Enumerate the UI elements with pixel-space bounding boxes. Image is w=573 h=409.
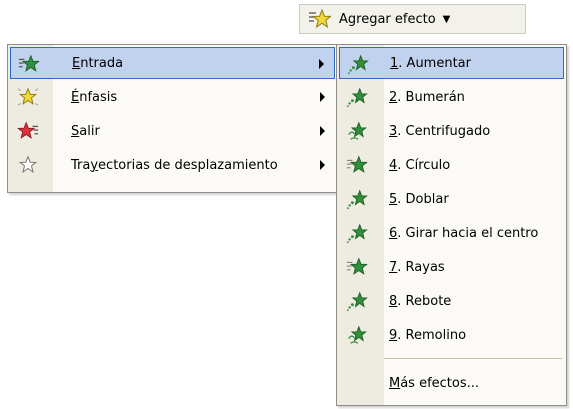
menu-item-girar-hacia-el-centro[interactable]: 6. Girar hacia el centro <box>339 217 564 249</box>
add-effect-label: Agregar efecto <box>339 11 436 27</box>
effect-icon <box>347 54 369 75</box>
menu-item-aumentar-label: . Aumentar <box>398 55 471 71</box>
menu-item-remolino-label: . Remolino <box>397 327 467 343</box>
add-effect-button[interactable]: Agregar efecto ▼ <box>299 4 526 34</box>
menu-item-entrada-hotkey: E <box>72 55 81 71</box>
menu-item-bumeran-label: . Bumerán <box>397 89 465 105</box>
menu-item-circulo-label: . Círculo <box>397 157 451 173</box>
menu-item-mas-efectos-hotkey: M <box>389 375 401 391</box>
submenu-arrow-icon <box>320 92 325 102</box>
effect-icon <box>346 189 368 210</box>
exit-star-icon <box>17 121 39 139</box>
menu-item-rebote-label: . Rebote <box>397 293 452 309</box>
menu-item-remolino[interactable]: 9. Remolino <box>339 319 564 351</box>
menu-item-trayectorias-label-pre: Tra <box>71 157 91 173</box>
menu-item-mas-efectos-label: ás efectos... <box>400 375 480 391</box>
menu-item-salir[interactable]: Salir <box>10 115 335 147</box>
menu-item-doblar-label: . Doblar <box>397 191 449 207</box>
effect-icon <box>346 87 368 108</box>
menu-separator <box>384 358 562 359</box>
menu-item-aumentar[interactable]: 1. Aumentar <box>339 47 564 79</box>
motion-path-star-icon <box>18 155 38 174</box>
effect-icon <box>346 223 368 244</box>
menu-item-enfasis[interactable]: Énfasis <box>10 81 335 113</box>
submenu-arrow-icon <box>320 126 325 136</box>
menu-item-trayectorias[interactable]: Trayectorias de desplazamiento <box>10 149 335 181</box>
menu-item-doblar[interactable]: 5. Doblar <box>339 183 564 215</box>
menu-item-trayectorias-label: ectorias de desplazamiento <box>98 157 278 173</box>
entrance-star-icon <box>18 54 40 72</box>
menu-item-rebote[interactable]: 8. Rebote <box>339 285 564 317</box>
menu-item-entrada-label: ntrada <box>80 55 124 71</box>
menu-item-centrifugado[interactable]: 3. Centrifugado <box>339 115 564 147</box>
effect-category-menu: Entrada Énfasis Salir Trayectorias de de… <box>7 44 338 193</box>
effect-icon <box>348 325 367 344</box>
submenu-arrow-icon <box>319 59 324 69</box>
menu-item-circulo[interactable]: 4. Círculo <box>339 149 564 181</box>
menu-item-salir-label: alir <box>79 123 100 139</box>
chevron-down-icon: ▼ <box>442 13 451 25</box>
menu-item-rayas-label: . Rayas <box>397 259 445 275</box>
star-effect-icon <box>309 8 331 29</box>
menu-item-girar-label: . Girar hacia el centro <box>397 225 539 241</box>
menu-item-bumeran[interactable]: 2. Bumerán <box>339 81 564 113</box>
entrance-effects-menu: 1. Aumentar 2. Bumerán 3. Centrifugado 4… <box>336 44 567 406</box>
effect-icon <box>348 121 367 140</box>
menu-item-entrada[interactable]: Entrada <box>10 47 335 79</box>
effect-icon <box>346 291 368 312</box>
menu-item-enfasis-label: nfasis <box>79 89 118 105</box>
menu-item-centrifugado-label: . Centrifugado <box>397 123 491 139</box>
menu-item-trayectorias-hotkey: y <box>90 157 99 173</box>
effect-icon <box>346 257 368 275</box>
menu-item-mas-efectos[interactable]: Más efectos... <box>339 367 564 399</box>
submenu-arrow-icon <box>320 160 325 170</box>
emphasis-star-icon <box>17 87 39 106</box>
effect-icon <box>346 155 368 173</box>
menu-item-enfasis-hotkey: É <box>71 89 80 105</box>
menu-item-rayas[interactable]: 7. Rayas <box>339 251 564 283</box>
